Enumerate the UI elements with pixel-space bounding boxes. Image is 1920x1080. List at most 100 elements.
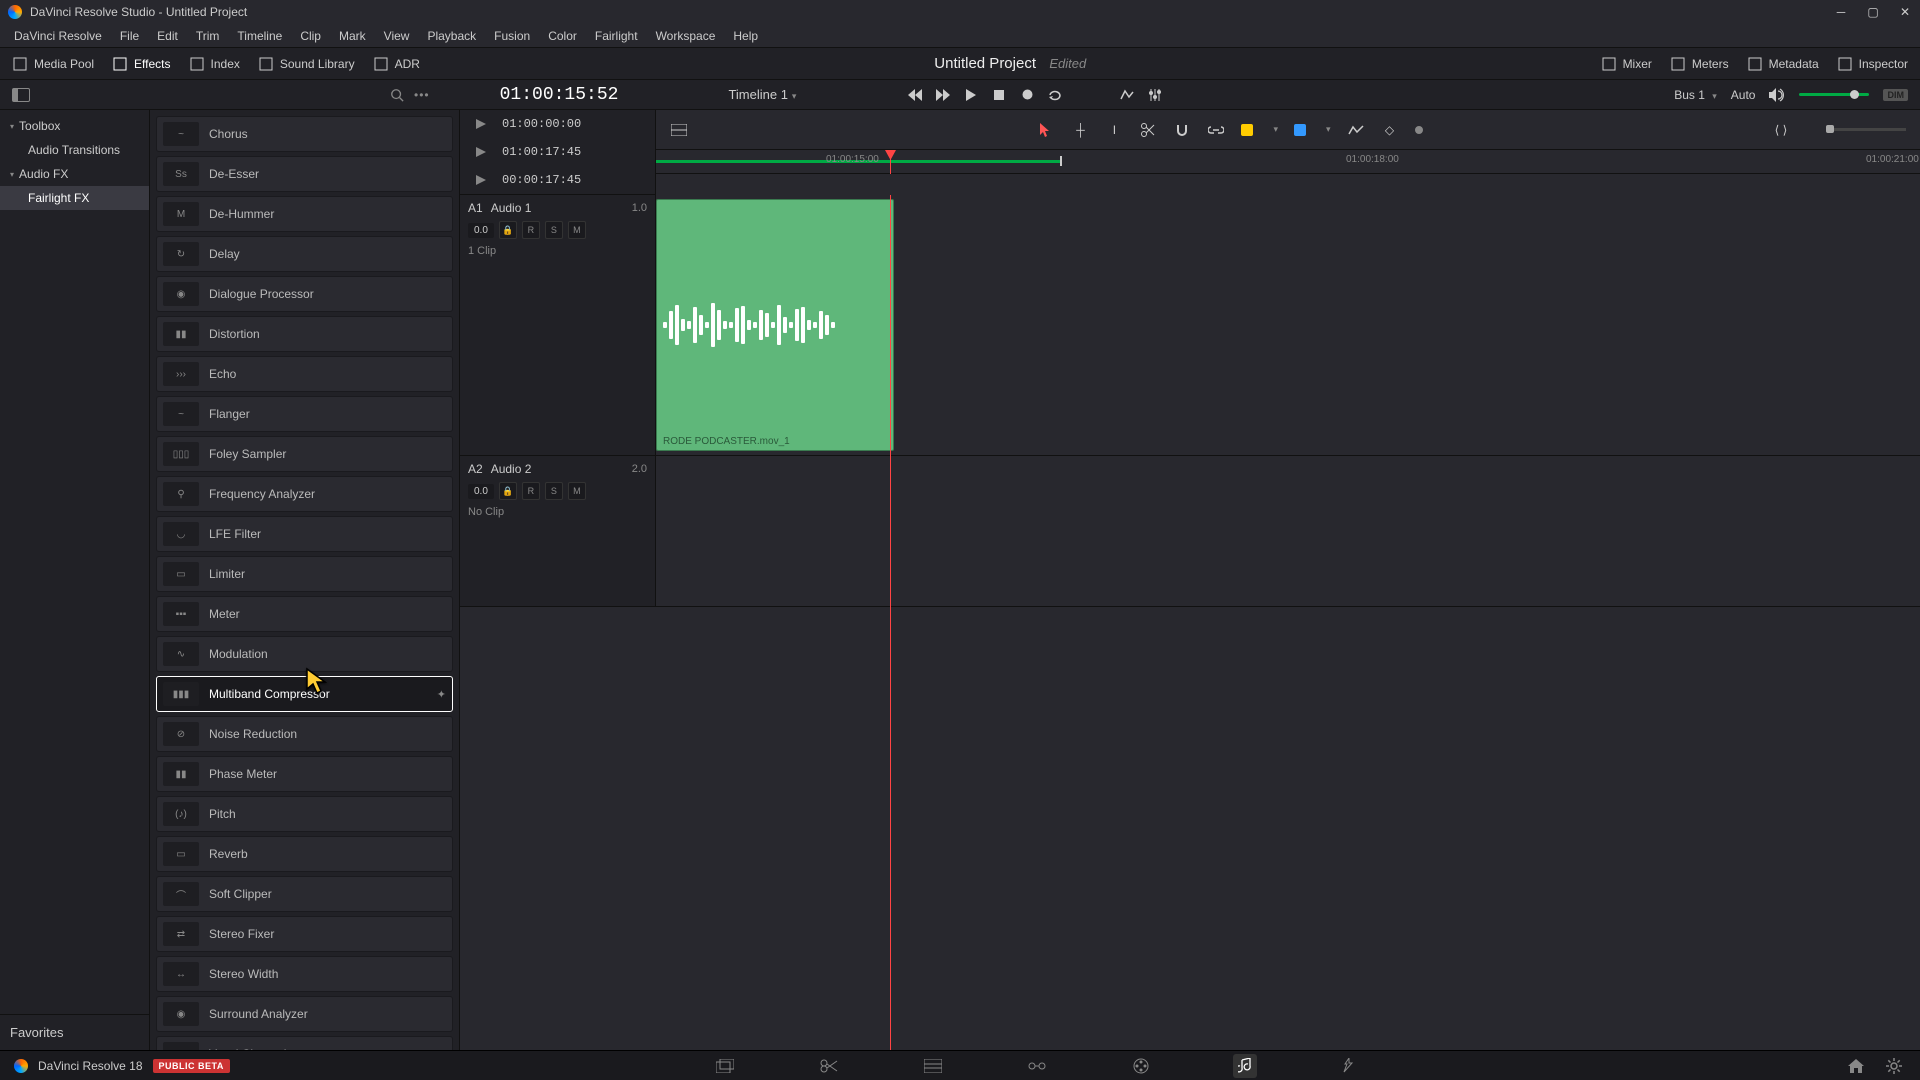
track-level[interactable]: 0.0 <box>468 484 494 499</box>
favorite-star-icon[interactable]: ✦ <box>437 688 446 701</box>
color-page-button[interactable] <box>1129 1054 1153 1078</box>
razor-tool-icon[interactable] <box>1139 121 1157 139</box>
loop-button[interactable] <box>1048 88 1062 102</box>
menu-color[interactable]: Color <box>540 26 585 46</box>
minimize-button[interactable]: ─ <box>1834 5 1848 19</box>
track-arm-button[interactable]: R <box>522 482 540 500</box>
zoom-fit-icon[interactable]: ⟨ ⟩ <box>1772 121 1790 139</box>
fx-item-stereo-fixer[interactable]: ⇄Stereo Fixer <box>156 916 453 952</box>
audio-clip[interactable]: RODE PODCASTER.mov_1 <box>656 199 894 451</box>
playhead-handle-icon[interactable] <box>885 150 896 160</box>
chevron-down-icon[interactable]: ▾ <box>1326 124 1331 135</box>
track-level[interactable]: 0.0 <box>468 223 494 238</box>
menu-fairlight[interactable]: Fairlight <box>587 26 646 46</box>
track-name[interactable]: Audio 1 <box>491 201 532 215</box>
tree-audio-transitions[interactable]: Audio Transitions <box>0 138 149 162</box>
menu-view[interactable]: View <box>376 26 418 46</box>
auto-mode-label[interactable]: Auto <box>1731 88 1756 102</box>
index-button[interactable]: Index <box>189 56 240 72</box>
chevron-down-icon[interactable]: ▾ <box>1273 124 1278 135</box>
menu-help[interactable]: Help <box>725 26 766 46</box>
fast-forward-button[interactable] <box>936 88 950 102</box>
menu-file[interactable]: File <box>112 26 147 46</box>
marker-dot-icon[interactable] <box>1415 126 1423 134</box>
panel-layout-icon[interactable] <box>12 88 30 102</box>
volume-slider[interactable] <box>1799 93 1869 96</box>
track-lane[interactable] <box>656 456 1920 606</box>
inspector-button[interactable]: Inspector <box>1837 56 1908 72</box>
track-header[interactable]: A2Audio 22.00.0🔒RSMNo Clip <box>460 456 656 606</box>
range-tool-icon[interactable]: ┼ <box>1071 121 1089 139</box>
automation-icon[interactable] <box>1347 121 1365 139</box>
fx-item-meter[interactable]: ▪▪▪Meter <box>156 596 453 632</box>
mixer-settings-icon[interactable] <box>1148 88 1162 102</box>
search-icon[interactable] <box>390 88 404 102</box>
track-solo-button[interactable]: S <box>545 482 563 500</box>
menu-mark[interactable]: Mark <box>331 26 374 46</box>
fx-item-soft-clipper[interactable]: ⌒Soft Clipper <box>156 876 453 912</box>
meters-button[interactable]: Meters <box>1670 56 1729 72</box>
fx-item-reverb[interactable]: ▭Reverb <box>156 836 453 872</box>
fairlight-page-button[interactable] <box>1233 1054 1257 1078</box>
dim-button[interactable]: DIM <box>1883 89 1908 101</box>
fx-item-flanger[interactable]: ~Flanger <box>156 396 453 432</box>
menu-timeline[interactable]: Timeline <box>229 26 290 46</box>
edit-selection-icon[interactable]: I <box>1105 121 1123 139</box>
fx-item-modulation[interactable]: ∿Modulation <box>156 636 453 672</box>
snap-icon[interactable] <box>1173 121 1191 139</box>
close-button[interactable]: ✕ <box>1898 5 1912 19</box>
fx-item-vocal-channel[interactable]: ▮▮Vocal Channel <box>156 1036 453 1050</box>
zoom-slider[interactable] <box>1826 128 1906 131</box>
fx-item-surround-analyzer[interactable]: ◉Surround Analyzer <box>156 996 453 1032</box>
timecode-display[interactable]: 01:00:15:52 <box>500 85 619 105</box>
tree-fairlight-fx[interactable]: Fairlight FX <box>0 186 149 210</box>
fx-item-limiter[interactable]: ▭Limiter <box>156 556 453 592</box>
tree-audio-fx[interactable]: ▾Audio FX <box>0 162 149 186</box>
adr-button[interactable]: ADR <box>373 56 420 72</box>
track-mute-button[interactable]: M <box>568 221 586 239</box>
menu-trim[interactable]: Trim <box>188 26 228 46</box>
playhead[interactable] <box>890 150 891 174</box>
stop-button[interactable] <box>992 88 1006 102</box>
fusion-page-button[interactable] <box>1025 1054 1049 1078</box>
view-options-icon[interactable] <box>670 121 688 139</box>
edit-page-button[interactable] <box>921 1054 945 1078</box>
fx-item-stereo-width[interactable]: ↔Stereo Width <box>156 956 453 992</box>
track-header[interactable]: A1Audio 11.00.0🔒RSM1 Clip <box>460 195 656 455</box>
effects-button[interactable]: Effects <box>112 56 170 72</box>
menu-playback[interactable]: Playback <box>419 26 484 46</box>
more-options-icon[interactable]: ••• <box>414 88 430 102</box>
fx-item-de-esser[interactable]: SsDe-Esser <box>156 156 453 192</box>
fx-item-lfe-filter[interactable]: ◡LFE Filter <box>156 516 453 552</box>
range-end-marker[interactable] <box>1060 156 1062 166</box>
media-pool-button[interactable]: Media Pool <box>12 56 94 72</box>
menu-edit[interactable]: Edit <box>149 26 186 46</box>
timeline-selector[interactable]: Timeline 1▾ <box>728 87 796 102</box>
fx-item-de-hummer[interactable]: MDe-Hummer <box>156 196 453 232</box>
track-name[interactable]: Audio 2 <box>491 462 532 476</box>
fx-item-dialogue-processor[interactable]: ◉Dialogue Processor <box>156 276 453 312</box>
mixer-button[interactable]: Mixer <box>1601 56 1652 72</box>
fx-item-distortion[interactable]: ▮▮Distortion <box>156 316 453 352</box>
home-button[interactable] <box>1844 1054 1868 1078</box>
rewind-button[interactable] <box>908 88 922 102</box>
media-page-button[interactable] <box>713 1054 737 1078</box>
fx-item-frequency-analyzer[interactable]: ⚲Frequency Analyzer <box>156 476 453 512</box>
keyframe-icon[interactable]: ◇ <box>1381 121 1399 139</box>
speaker-icon[interactable] <box>1769 88 1785 102</box>
menu-davinci-resolve[interactable]: DaVinci Resolve <box>6 26 110 46</box>
sound-library-button[interactable]: Sound Library <box>258 56 355 72</box>
menu-workspace[interactable]: Workspace <box>648 26 724 46</box>
fx-item-noise-reduction[interactable]: ⊘Noise Reduction <box>156 716 453 752</box>
maximize-button[interactable]: ▢ <box>1866 5 1880 19</box>
fx-item-multiband-compressor[interactable]: ▮▮▮Multiband Compressor✦ <box>156 676 453 712</box>
metadata-button[interactable]: Metadata <box>1747 56 1819 72</box>
track-arm-button[interactable]: R <box>522 221 540 239</box>
track-solo-button[interactable]: S <box>545 221 563 239</box>
fx-item-phase-meter[interactable]: ▮▮Phase Meter <box>156 756 453 792</box>
fx-item-delay[interactable]: ↻Delay <box>156 236 453 272</box>
fx-item-echo[interactable]: ›››Echo <box>156 356 453 392</box>
playhead-line[interactable] <box>890 195 891 1050</box>
track-lock-button[interactable]: 🔒 <box>499 221 517 239</box>
timeline-ruler[interactable]: 01:00:15:0001:00:18:0001:00:21:0001:00:2… <box>656 150 1920 174</box>
